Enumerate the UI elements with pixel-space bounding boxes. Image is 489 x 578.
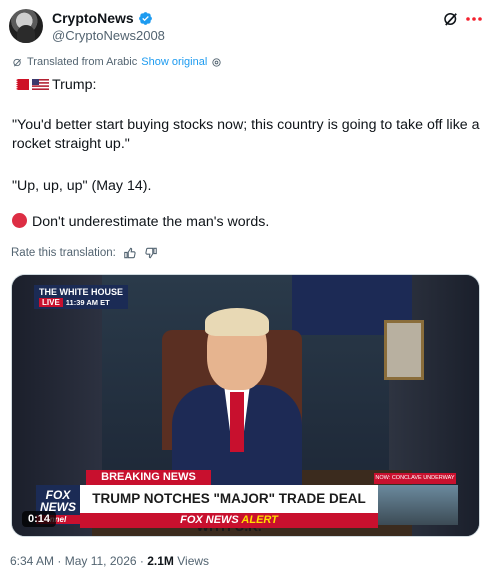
tweet-header: CryptoNews @CryptoNews2008 — [0, 0, 489, 50]
tweet-warning: Don't underestimate the man's words. — [32, 214, 270, 230]
verified-badge-icon — [138, 11, 152, 25]
flag-bahrain-icon — [12, 79, 29, 90]
tweet-footer: 6:34 AM · May 11, 2026 · 2.1M Views — [10, 554, 210, 568]
tweet-speaker: Trump: — [52, 77, 97, 93]
video-player[interactable]: THE WHITE HOUSE LIVE 11:39 AM ET BREAKING… — [11, 274, 480, 537]
white-house-banner: THE WHITE HOUSE LIVE 11:39 AM ET — [34, 285, 129, 309]
tweet-line-3: "Up, up, up" (May 14). — [12, 178, 152, 194]
alert-right: ALERT — [241, 514, 278, 526]
banner-title: THE WHITE HOUSE — [39, 287, 124, 297]
rate-translation: Rate this translation: — [11, 246, 158, 260]
avatar[interactable] — [9, 9, 43, 43]
tweet-line-4: Don't underestimate the man's words. — [12, 213, 269, 232]
thumbs-up-icon[interactable] — [123, 246, 137, 260]
red-circle-icon — [12, 213, 27, 228]
views-count: 2.1M — [147, 554, 174, 568]
settings-icon[interactable] — [211, 57, 222, 68]
rate-label: Rate this translation: — [11, 247, 116, 259]
tweet-time[interactable]: 6:34 AM — [10, 554, 54, 568]
translation-label: Translated from Arabic — [27, 56, 138, 68]
more-icon[interactable] — [464, 10, 484, 28]
author-name-row: CryptoNews — [52, 10, 153, 26]
views-label: Views — [177, 554, 210, 568]
show-original-link[interactable]: Show original — [141, 56, 207, 68]
tweet-date[interactable]: May 11, 2026 — [65, 554, 137, 568]
translate-icon — [13, 58, 22, 66]
grok-icon[interactable] — [442, 10, 460, 28]
display-name[interactable]: CryptoNews — [52, 10, 134, 26]
handle[interactable]: @CryptoNews2008 — [52, 28, 165, 43]
banner-time: 11:39 AM ET — [65, 298, 110, 307]
tweet-line-1: Trump: — [12, 76, 96, 95]
thumbs-down-icon[interactable] — [144, 246, 158, 260]
fox-alert-bar: FOX NEWS ALERT — [80, 513, 378, 528]
chyron-headline: TRUMP NOTCHES "MAJOR" TRADE DEAL WITH U.… — [80, 485, 378, 534]
video-scene-person — [172, 308, 302, 495]
inset-thumbnail — [378, 485, 458, 525]
tweet-quote: "You'd better start buying stocks now; t… — [12, 117, 480, 152]
breaking-news-label: BREAKING NEWS — [86, 470, 211, 485]
flag-us-icon — [32, 79, 49, 90]
video-duration: 0:14 — [22, 511, 57, 527]
alert-left: FOX NEWS — [180, 514, 239, 526]
video-scene-frames — [384, 320, 424, 380]
live-badge: LIVE — [39, 298, 63, 307]
conclave-label: NOW: CONCLAVE UNDERWAY — [374, 473, 456, 484]
translation-notice: Translated from Arabic Show original — [12, 56, 222, 68]
